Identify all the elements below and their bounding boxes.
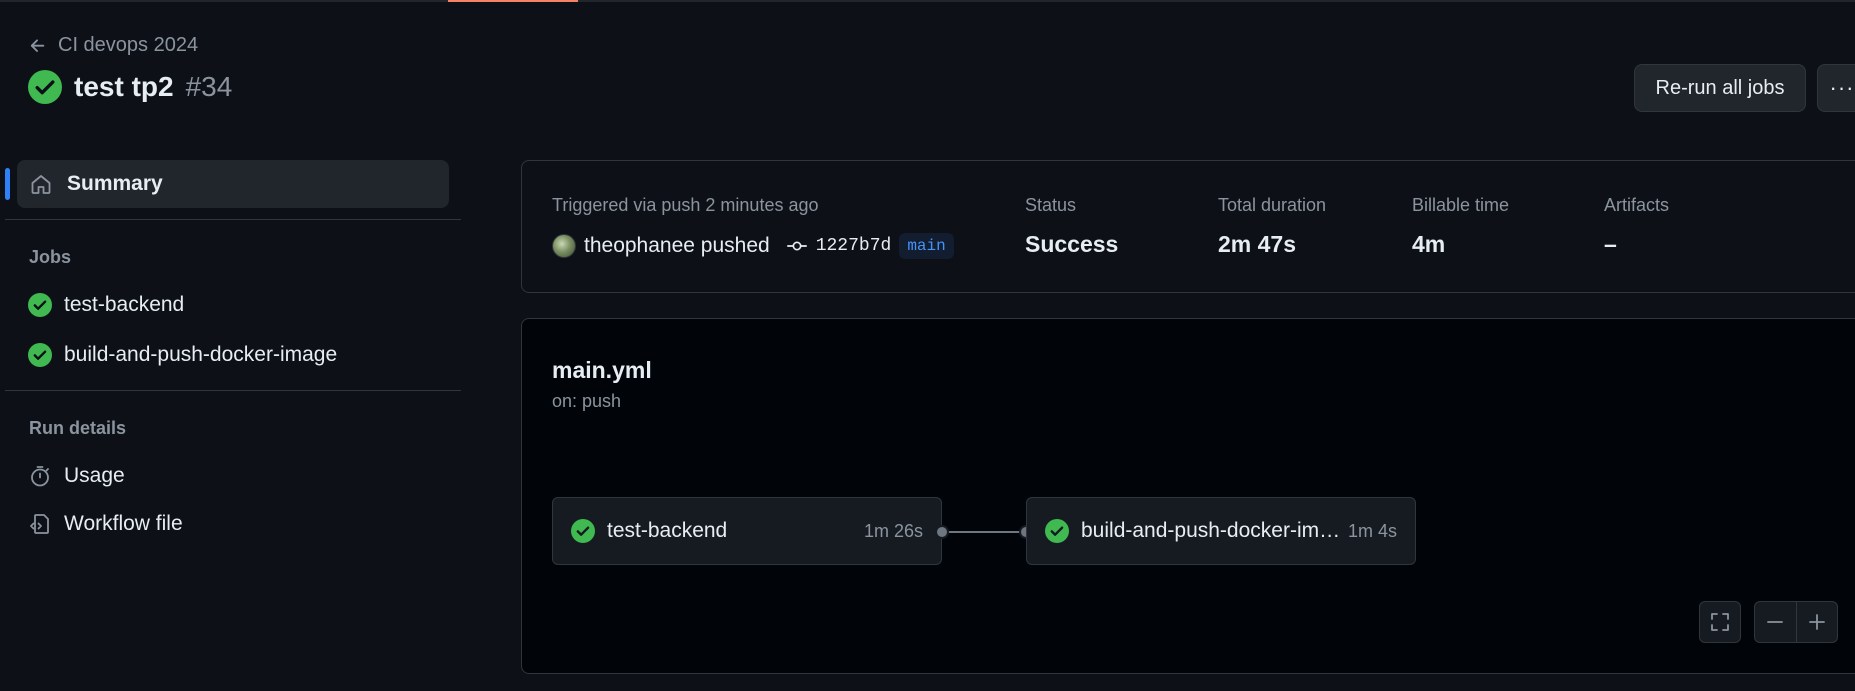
pusher-name[interactable]: theophanee pushed — [584, 234, 770, 258]
rerun-all-jobs-button[interactable]: Re-run all jobs — [1634, 64, 1806, 112]
job-name: build-and-push-docker-image — [1081, 519, 1343, 542]
trigger-text: Triggered via push 2 minutes ago — [552, 195, 819, 215]
sidebar-item-label: Summary — [67, 172, 163, 195]
home-icon — [31, 175, 51, 194]
artifacts-label: Artifacts — [1604, 195, 1670, 215]
sidebar-divider — [5, 219, 461, 220]
branch-badge[interactable]: main — [899, 233, 954, 259]
zoom-controls — [1754, 601, 1838, 643]
billable-time-label: Billable time — [1412, 195, 1510, 215]
run-name: test tp2 — [74, 71, 174, 102]
sidebar-item-label: Workflow file — [64, 512, 183, 535]
run-summary-card: Triggered via push 2 minutes ago theopha… — [521, 160, 1855, 293]
zoom-in-icon — [1809, 614, 1825, 630]
avatar[interactable] — [552, 234, 576, 258]
file-code-icon — [30, 514, 49, 534]
commit-sha[interactable]: 1227b7d — [816, 236, 892, 256]
sidebar-divider — [5, 390, 461, 391]
top-border — [0, 0, 1855, 2]
job-node-test-backend[interactable]: test-backend 1m 26s — [552, 497, 942, 565]
job-duration: 1m 26s — [863, 520, 923, 541]
stopwatch-icon — [31, 466, 49, 487]
job-name: test-backend — [607, 519, 728, 542]
total-duration-value: 2m 47s — [1218, 231, 1297, 257]
active-tab-indicator — [448, 0, 578, 2]
workflow-trigger: on: push — [552, 391, 622, 411]
job-duration: 1m 4s — [1347, 520, 1397, 541]
status-label: Status — [1025, 195, 1077, 215]
check-circle-icon — [571, 519, 595, 543]
billable-time-value[interactable]: 4m — [1412, 231, 1445, 258]
run-title: test tp2 #34 — [28, 70, 232, 104]
fullscreen-button[interactable] — [1699, 601, 1741, 643]
back-link[interactable]: CI devops 2024 — [28, 34, 198, 57]
total-duration-label: Total duration — [1218, 195, 1327, 215]
workflow-graph-card: main.yml on: push test-backend 1m 26s bu… — [521, 318, 1855, 674]
sidebar-item-label: test-backend — [64, 293, 185, 316]
run-details-heading: Run details — [29, 418, 127, 438]
zoom-in-button[interactable] — [1795, 601, 1837, 643]
active-indicator — [5, 168, 10, 200]
git-commit-icon — [786, 241, 807, 251]
trigger-details: theophanee pushed 1227b7d main — [552, 233, 954, 259]
status-value: Success — [1025, 231, 1119, 257]
run-number: #34 — [185, 71, 233, 102]
check-circle-icon — [28, 70, 62, 104]
check-circle-icon — [28, 343, 52, 367]
zoom-out-icon — [1767, 621, 1784, 623]
sidebar-item-build-and-push[interactable]: build-and-push-docker-image — [28, 343, 337, 367]
sidebar-item-test-backend[interactable]: test-backend — [28, 293, 184, 317]
job-node-build-and-push[interactable]: build-and-push-docker-image 1m 4s — [1026, 497, 1416, 565]
workflow-name[interactable]: main.yml — [552, 357, 652, 384]
zoom-out-button[interactable] — [1755, 601, 1796, 643]
sidebar-item-workflow-file[interactable]: Workflow file — [28, 512, 183, 536]
arrow-left-icon — [30, 38, 45, 52]
jobs-heading: Jobs — [29, 247, 72, 267]
job-connector — [942, 531, 1026, 533]
sidebar-item-label: Usage — [64, 464, 125, 487]
fullscreen-icon — [1711, 613, 1729, 631]
sidebar-item-label: build-and-push-docker-image — [64, 343, 338, 366]
connector-dot — [935, 525, 949, 539]
sidebar-item-usage[interactable]: Usage — [28, 464, 125, 488]
back-link-label: CI devops 2024 — [58, 34, 199, 56]
more-options-button[interactable]: ··· — [1817, 64, 1855, 112]
check-circle-icon — [28, 293, 52, 317]
check-circle-icon — [1045, 519, 1069, 543]
sidebar-item-summary[interactable]: Summary — [5, 160, 449, 208]
artifacts-value: – — [1604, 231, 1617, 257]
